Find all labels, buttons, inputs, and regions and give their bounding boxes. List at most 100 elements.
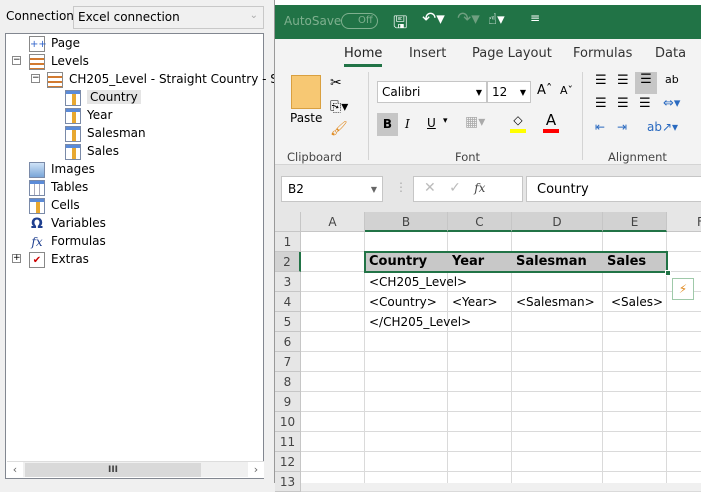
tree-item-salesman[interactable]: Salesman: [65, 124, 146, 142]
row-header-12[interactable]: 12: [275, 452, 301, 472]
grow-font-icon[interactable]: Aˆ: [537, 83, 552, 98]
cut-icon[interactable]: ✂: [330, 75, 342, 91]
align-middle-icon[interactable]: ☰: [617, 73, 629, 88]
scroll-left-icon[interactable]: ‹: [7, 462, 23, 478]
column-header-f[interactable]: F: [667, 212, 701, 232]
row-header-13[interactable]: 13: [275, 472, 301, 492]
fill-handle[interactable]: [665, 270, 671, 276]
tab-formulas[interactable]: Formulas: [573, 46, 632, 61]
tree-item-extras[interactable]: ✔ Extras: [29, 250, 89, 268]
spreadsheet-grid[interactable]: A B C D E F 1 2 3 4 5 6 7 8 9 10 11 12 13 Country Ye…: [275, 212, 701, 492]
column-header-d[interactable]: D: [512, 212, 603, 232]
tree-item-levels[interactable]: Levels: [29, 52, 89, 70]
paste-icon[interactable]: [291, 75, 321, 109]
orientation-icon[interactable]: ab↗▾: [647, 120, 678, 134]
redo-icon[interactable]: ↷▾: [457, 9, 480, 29]
paste-button[interactable]: Paste: [290, 111, 322, 125]
select-all-corner[interactable]: [275, 212, 301, 232]
column-header-c[interactable]: C: [448, 212, 512, 232]
font-name-select[interactable]: Calibri ▼: [377, 81, 487, 103]
autosave-label: AutoSave: [284, 14, 342, 28]
tab-page-layout[interactable]: Page Layout: [472, 46, 552, 61]
tree-item-sales[interactable]: Sales: [65, 142, 119, 160]
collapse-levels-icon[interactable]: −: [12, 56, 21, 65]
row-header-8[interactable]: 8: [275, 372, 301, 392]
row-header-3[interactable]: 3: [275, 272, 301, 292]
cell-c4[interactable]: <Year>: [448, 292, 498, 312]
customize-icon[interactable]: ≡: [530, 11, 540, 25]
tab-data[interactable]: Data: [655, 46, 686, 61]
drag-handle-icon[interactable]: ⋮: [395, 180, 407, 194]
expand-extras-icon[interactable]: +: [12, 254, 21, 263]
tree-item-variables[interactable]: Ω Variables: [29, 214, 106, 232]
tree-item-cells[interactable]: Cells: [29, 196, 80, 214]
enter-icon[interactable]: ✓: [449, 180, 461, 196]
row-header-10[interactable]: 10: [275, 412, 301, 432]
tree-item-year[interactable]: Year: [65, 106, 112, 124]
font-color-icon[interactable]: A: [543, 111, 559, 133]
shrink-font-icon[interactable]: Aˇ: [560, 84, 573, 97]
tree-item-tables[interactable]: Tables: [29, 178, 88, 196]
align-right-icon[interactable]: ☰: [639, 96, 651, 111]
row-header-1[interactable]: 1: [275, 232, 301, 252]
extras-icon: ✔: [29, 251, 45, 268]
row-header-9[interactable]: 9: [275, 392, 301, 412]
decrease-indent-icon[interactable]: ⇤: [595, 120, 605, 134]
row-header-7[interactable]: 7: [275, 352, 301, 372]
underline-dropdown-icon[interactable]: ▾: [443, 116, 448, 126]
tree-item-level[interactable]: CH205_Level - Straight Country - Sale: [47, 70, 296, 88]
column-header-b[interactable]: B: [365, 212, 448, 232]
format-painter-icon[interactable]: 🖌: [330, 121, 348, 137]
increase-indent-icon[interactable]: ⇥: [617, 120, 627, 134]
tree-item-formulas[interactable]: fx Formulas: [29, 232, 105, 250]
quick-analysis-icon[interactable]: ⚡: [672, 278, 694, 300]
underline-button[interactable]: U: [427, 116, 436, 130]
collapse-level-icon[interactable]: −: [31, 74, 40, 83]
horizontal-scrollbar[interactable]: ‹ III ›: [7, 461, 264, 478]
font-size-select[interactable]: 12 ▼: [487, 81, 531, 103]
cell-d4[interactable]: <Salesman>: [512, 292, 595, 312]
cell-b5[interactable]: </CH205_Level>: [365, 312, 471, 332]
tab-insert[interactable]: Insert: [409, 46, 446, 61]
italic-button[interactable]: I: [405, 117, 410, 131]
borders-icon[interactable]: ▦▾: [465, 114, 485, 130]
formula-input[interactable]: Country: [526, 176, 701, 202]
insert-function-icon[interactable]: fx: [474, 181, 485, 195]
column-header-a[interactable]: A: [301, 212, 365, 232]
save-icon[interactable]: 🖫: [393, 10, 407, 39]
cell-e4[interactable]: <Sales>: [607, 292, 663, 312]
tree-item-images[interactable]: Images: [29, 160, 95, 178]
undo-icon[interactable]: ↶▾: [422, 9, 445, 29]
fill-color-icon[interactable]: ◇: [510, 113, 526, 133]
bold-button[interactable]: B: [377, 113, 398, 136]
row-header-5[interactable]: 5: [275, 312, 301, 332]
copy-icon[interactable]: ⎘▾: [330, 99, 348, 115]
gridline: [301, 431, 701, 432]
merge-center-icon[interactable]: ⇔▾: [663, 96, 680, 111]
tree-item-page[interactable]: ++ Page: [29, 34, 80, 52]
row-header-6[interactable]: 6: [275, 332, 301, 352]
align-bottom-icon[interactable]: ☰: [635, 72, 657, 94]
scroll-thumb[interactable]: III: [25, 463, 201, 477]
scroll-right-icon[interactable]: ›: [248, 462, 264, 478]
cell-b3[interactable]: <CH205_Level>: [365, 272, 467, 292]
row-header-2[interactable]: 2: [275, 252, 301, 272]
cancel-icon[interactable]: ✕: [424, 180, 436, 196]
name-box[interactable]: B2 ▼: [281, 176, 383, 202]
tree-view[interactable]: − − + ++ Page Levels CH205_Level - Straig…: [5, 33, 296, 479]
cell-b4[interactable]: <Country>: [365, 292, 437, 312]
gridline: [301, 451, 701, 452]
gridline: [301, 351, 701, 352]
wrap-text-icon[interactable]: ab: [665, 73, 679, 86]
touch-mode-icon[interactable]: ☝▾: [488, 10, 505, 28]
row-header-4[interactable]: 4: [275, 292, 301, 312]
tab-home[interactable]: Home: [344, 46, 382, 61]
tree-item-country[interactable]: Country: [65, 88, 141, 106]
row-header-11[interactable]: 11: [275, 432, 301, 452]
connection-select[interactable]: Excel connection ⌄: [73, 6, 264, 29]
align-top-icon[interactable]: ☰: [595, 73, 607, 88]
align-center-icon[interactable]: ☰: [617, 96, 629, 111]
align-left-icon[interactable]: ☰: [595, 96, 607, 111]
autosave-toggle[interactable]: Off: [341, 13, 378, 29]
column-header-e[interactable]: E: [603, 212, 667, 232]
